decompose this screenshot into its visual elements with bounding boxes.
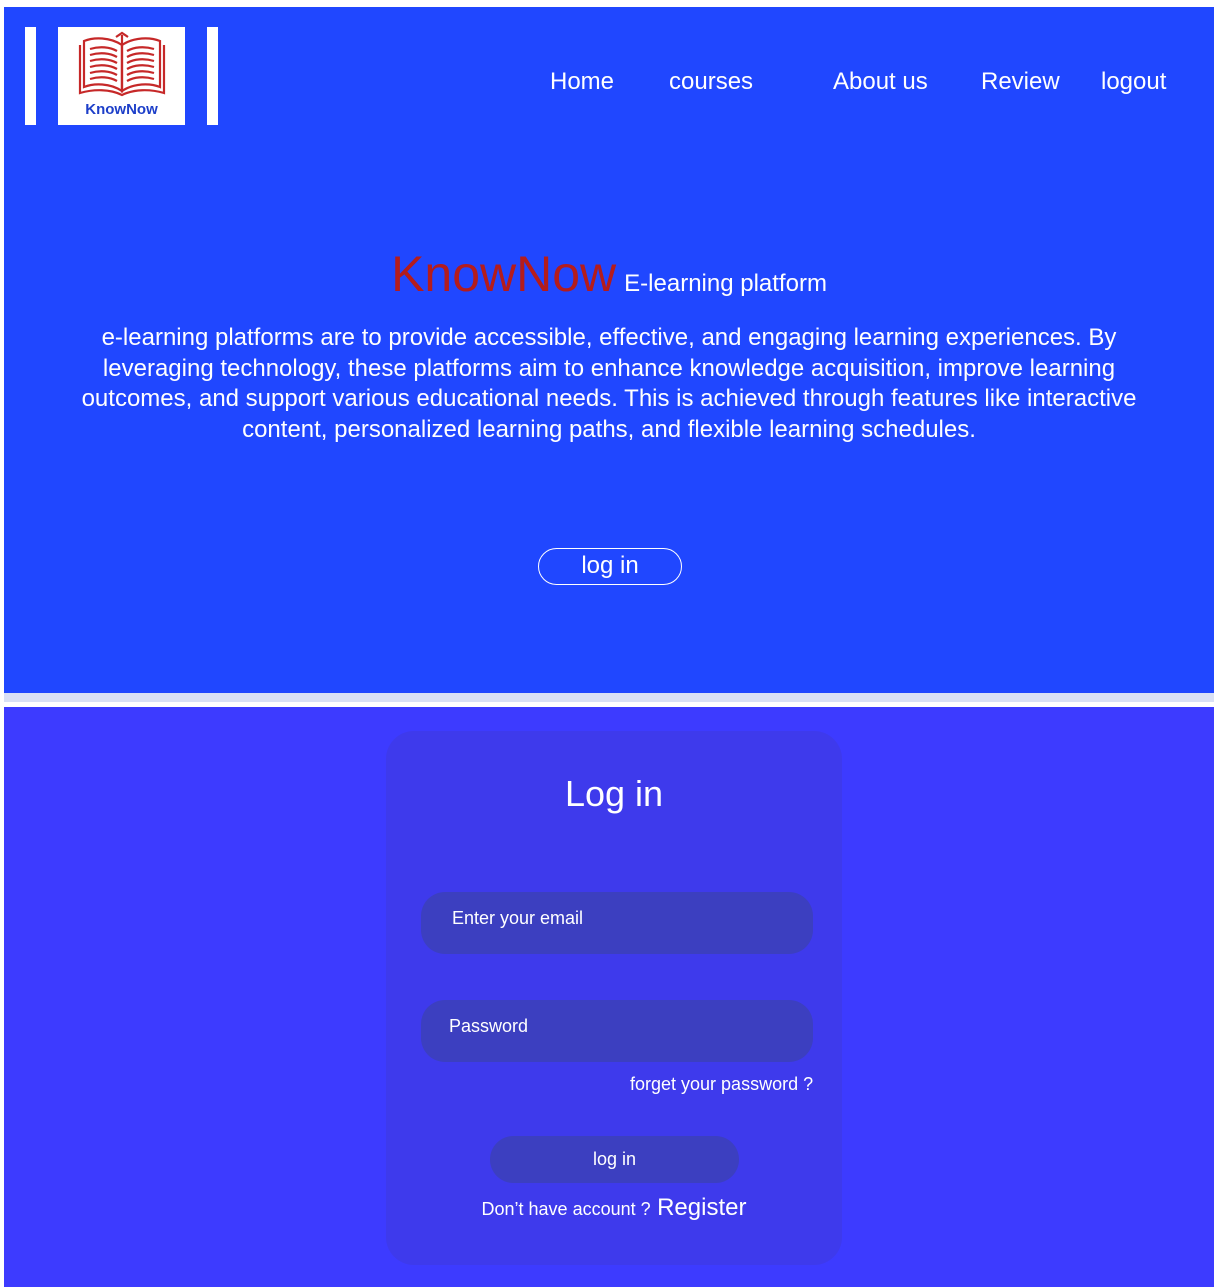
forgot-password-link[interactable]: forget your password ? — [630, 1074, 813, 1095]
nav-review[interactable]: Review — [981, 68, 1060, 96]
login-title: Log in — [564, 773, 664, 814]
nav-courses[interactable]: courses — [669, 68, 753, 96]
hero-section: KnowNow Home courses About us Review log… — [4, 7, 1214, 693]
password-field[interactable]: Password — [421, 1000, 813, 1062]
brand-name: KnowNow — [391, 246, 617, 302]
login-submit-button[interactable]: log in — [490, 1136, 739, 1183]
logo-text: KnowNow — [85, 101, 158, 118]
section-divider — [4, 693, 1214, 702]
register-link[interactable]: Register — [657, 1194, 746, 1221]
tagline: E-learning platform — [624, 270, 827, 297]
password-placeholder: Password — [449, 1016, 529, 1036]
logo-left-bar — [25, 27, 36, 125]
nav-home[interactable]: Home — [550, 68, 614, 96]
nav-about-us[interactable]: About us — [833, 68, 928, 96]
hero-login-button[interactable]: log in — [538, 548, 682, 585]
open-book-icon — [78, 31, 166, 97]
email-field[interactable]: Enter your email — [421, 892, 813, 954]
register-prompt: Don’t have account ? — [481, 1199, 651, 1219]
email-placeholder: Enter your email — [452, 908, 584, 928]
nav-logout[interactable]: logout — [1101, 68, 1166, 96]
hero-description: e-learning platforms are to provide acce… — [81, 324, 1137, 443]
login-card: Log in Enter your email Password forget … — [386, 731, 842, 1265]
logo[interactable]: KnowNow — [58, 27, 185, 125]
login-section: Log in Enter your email Password forget … — [4, 707, 1214, 1287]
logo-right-bar — [207, 27, 218, 125]
register-line: Don’t have account ? Register — [386, 1194, 842, 1222]
hero-title: KnowNow E-learning platform — [4, 245, 1214, 303]
